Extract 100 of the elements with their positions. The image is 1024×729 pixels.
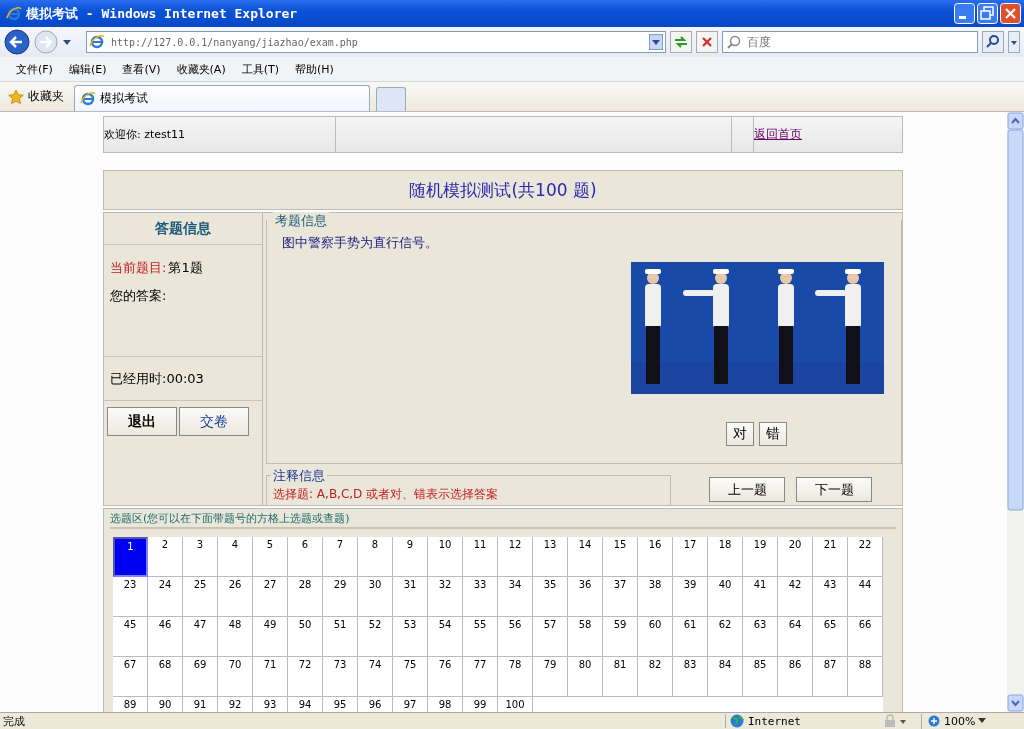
question-cell[interactable]: 51 [323,617,358,657]
question-cell[interactable]: 47 [183,617,218,657]
question-cell[interactable]: 71 [253,657,288,697]
previous-button[interactable]: 上一题 [709,477,785,502]
minimize-icon[interactable] [954,3,975,24]
question-cell[interactable]: 39 [673,577,708,617]
dropdown-icon[interactable] [649,34,663,50]
menu-item[interactable]: 文件(F) [12,59,57,79]
question-cell[interactable]: 43 [813,577,848,617]
question-cell[interactable]: 46 [148,617,183,657]
question-cell[interactable]: 18 [708,537,743,577]
question-cell[interactable]: 83 [673,657,708,697]
question-cell[interactable]: 58 [568,617,603,657]
question-cell[interactable]: 27 [253,577,288,617]
question-cell[interactable]: 68 [148,657,183,697]
question-cell[interactable]: 23 [113,577,148,617]
dropdown-icon[interactable] [1008,31,1020,53]
question-cell[interactable]: 57 [533,617,568,657]
question-cell[interactable]: 36 [568,577,603,617]
question-cell[interactable]: 26 [218,577,253,617]
menu-item[interactable]: 编辑(E) [64,59,111,79]
question-cell[interactable]: 81 [603,657,638,697]
question-cell[interactable]: 85 [743,657,778,697]
question-cell[interactable]: 33 [463,577,498,617]
question-cell[interactable]: 7 [323,537,358,577]
question-cell[interactable]: 11 [463,537,498,577]
question-cell[interactable]: 62 [708,617,743,657]
question-cell[interactable]: 28 [288,577,323,617]
scrollbar-icon[interactable] [1007,112,1024,712]
menu-item[interactable]: 查看(V) [118,59,165,79]
question-cell[interactable]: 44 [848,577,883,617]
exit-button[interactable]: 退出 [107,407,177,436]
address-field[interactable]: http://127.0.0.1/nanyang/jiazhao/exam.php [86,31,666,53]
refresh-icon[interactable] [670,31,692,53]
question-cell[interactable]: 14 [568,537,603,577]
submit-button[interactable]: 交卷 [179,407,249,436]
question-cell[interactable]: 66 [848,617,883,657]
question-cell[interactable]: 10 [428,537,463,577]
question-cell[interactable]: 21 [813,537,848,577]
question-cell[interactable]: 82 [638,657,673,697]
question-cell[interactable]: 42 [778,577,813,617]
question-cell[interactable]: 69 [183,657,218,697]
question-cell[interactable]: 84 [708,657,743,697]
question-cell[interactable]: 48 [218,617,253,657]
question-cell[interactable]: 60 [638,617,673,657]
question-cell[interactable]: 9 [393,537,428,577]
question-cell[interactable]: 65 [813,617,848,657]
question-cell[interactable]: 70 [218,657,253,697]
question-cell[interactable]: 55 [463,617,498,657]
question-cell[interactable]: 35 [533,577,568,617]
question-cell[interactable]: 59 [603,617,638,657]
question-cell[interactable]: 32 [428,577,463,617]
question-cell[interactable]: 52 [358,617,393,657]
question-cell[interactable]: 79 [533,657,568,697]
browser-tab[interactable]: 模拟考试 [74,85,370,111]
question-cell[interactable]: 74 [358,657,393,697]
question-cell[interactable]: 41 [743,577,778,617]
home-link[interactable]: 返回首页 [754,126,802,143]
search-icon[interactable] [982,31,1004,53]
question-cell[interactable]: 56 [498,617,533,657]
question-cell[interactable]: 20 [778,537,813,577]
lock-icon[interactable] [883,714,909,728]
question-cell[interactable]: 78 [498,657,533,697]
question-cell[interactable]: 25 [183,577,218,617]
question-cell[interactable]: 37 [603,577,638,617]
question-cell[interactable]: 86 [778,657,813,697]
question-cell[interactable]: 45 [113,617,148,657]
question-cell[interactable]: 22 [848,537,883,577]
question-cell[interactable]: 72 [288,657,323,697]
question-cell[interactable]: 34 [498,577,533,617]
question-cell[interactable]: 63 [743,617,778,657]
answer-button[interactable]: 错 [759,422,787,446]
question-cell[interactable]: 6 [288,537,323,577]
question-cell[interactable]: 15 [603,537,638,577]
question-cell[interactable]: 73 [323,657,358,697]
close-icon[interactable] [1000,3,1021,24]
answer-button[interactable]: 对 [726,422,754,446]
back-icon[interactable] [4,29,30,55]
search-field[interactable]: 百度 [722,31,978,53]
favorites-button[interactable]: 收藏夹 [4,83,68,110]
question-cell[interactable]: 30 [358,577,393,617]
question-cell[interactable]: 2 [148,537,183,577]
question-cell[interactable]: 87 [813,657,848,697]
question-cell[interactable]: 8 [358,537,393,577]
next-button[interactable]: 下一题 [796,477,872,502]
menu-item[interactable]: 工具(T) [237,59,283,79]
menu-item[interactable]: 收藏夹(A) [172,59,230,79]
question-cell[interactable]: 31 [393,577,428,617]
question-cell[interactable]: 38 [638,577,673,617]
question-cell[interactable]: 40 [708,577,743,617]
question-cell[interactable]: 67 [113,657,148,697]
dropdown-icon[interactable] [62,38,72,46]
question-cell[interactable]: 88 [848,657,883,697]
question-cell[interactable]: 80 [568,657,603,697]
question-cell[interactable]: 17 [673,537,708,577]
question-cell[interactable]: 3 [183,537,218,577]
question-cell[interactable]: 19 [743,537,778,577]
question-cell[interactable]: 49 [253,617,288,657]
question-cell[interactable]: 12 [498,537,533,577]
question-cell[interactable]: 29 [323,577,358,617]
